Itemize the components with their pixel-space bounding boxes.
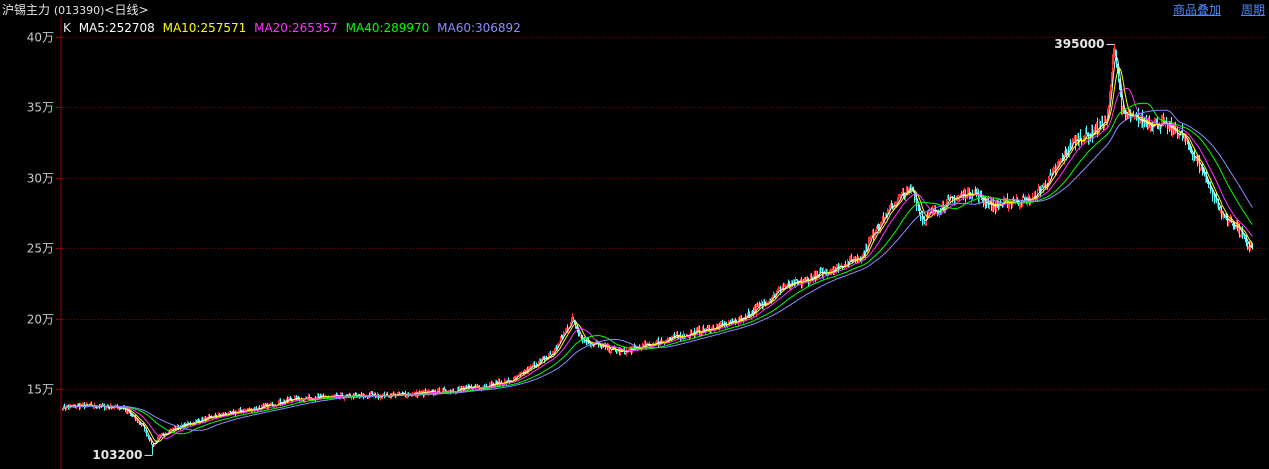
high-label: 395000 (1054, 37, 1104, 51)
chart-title: 沪锡主力 (013390)<日线> (2, 1, 149, 18)
grid-lines (62, 37, 1268, 390)
y-tick-label: 15万 (27, 383, 54, 397)
title-bar: 沪锡主力 (013390)<日线> 商品叠加 周期 (0, 0, 1269, 17)
ma5-line (62, 55, 1253, 445)
low-label: 103200 (92, 448, 142, 462)
y-tick-label: 30万 (27, 172, 54, 186)
ma40-line (62, 102, 1253, 435)
moving-average-lines (62, 55, 1253, 445)
period-label: <日线> (104, 3, 149, 17)
y-axis-ticks: 15万 20万 25万 30万 35万 40万 (27, 31, 61, 397)
contract-code: (013390) (53, 4, 105, 17)
candlestick-chart[interactable]: 15万 20万 25万 30万 35万 40万 395000 103200 (0, 17, 1269, 469)
y-tick-label: 25万 (27, 242, 54, 256)
y-tick-label: 40万 (27, 31, 54, 45)
y-tick-label: 35万 (27, 101, 54, 115)
ma60-line (62, 109, 1253, 431)
extreme-annotations: 395000 103200 (92, 37, 1115, 462)
y-tick-label: 20万 (27, 313, 54, 327)
contract-name: 沪锡主力 (2, 3, 51, 17)
ma10-line (62, 67, 1253, 443)
candles (62, 44, 1253, 455)
period-link[interactable]: 周期 (1241, 1, 1265, 18)
commodity-overlay-link[interactable]: 商品叠加 (1173, 1, 1221, 18)
